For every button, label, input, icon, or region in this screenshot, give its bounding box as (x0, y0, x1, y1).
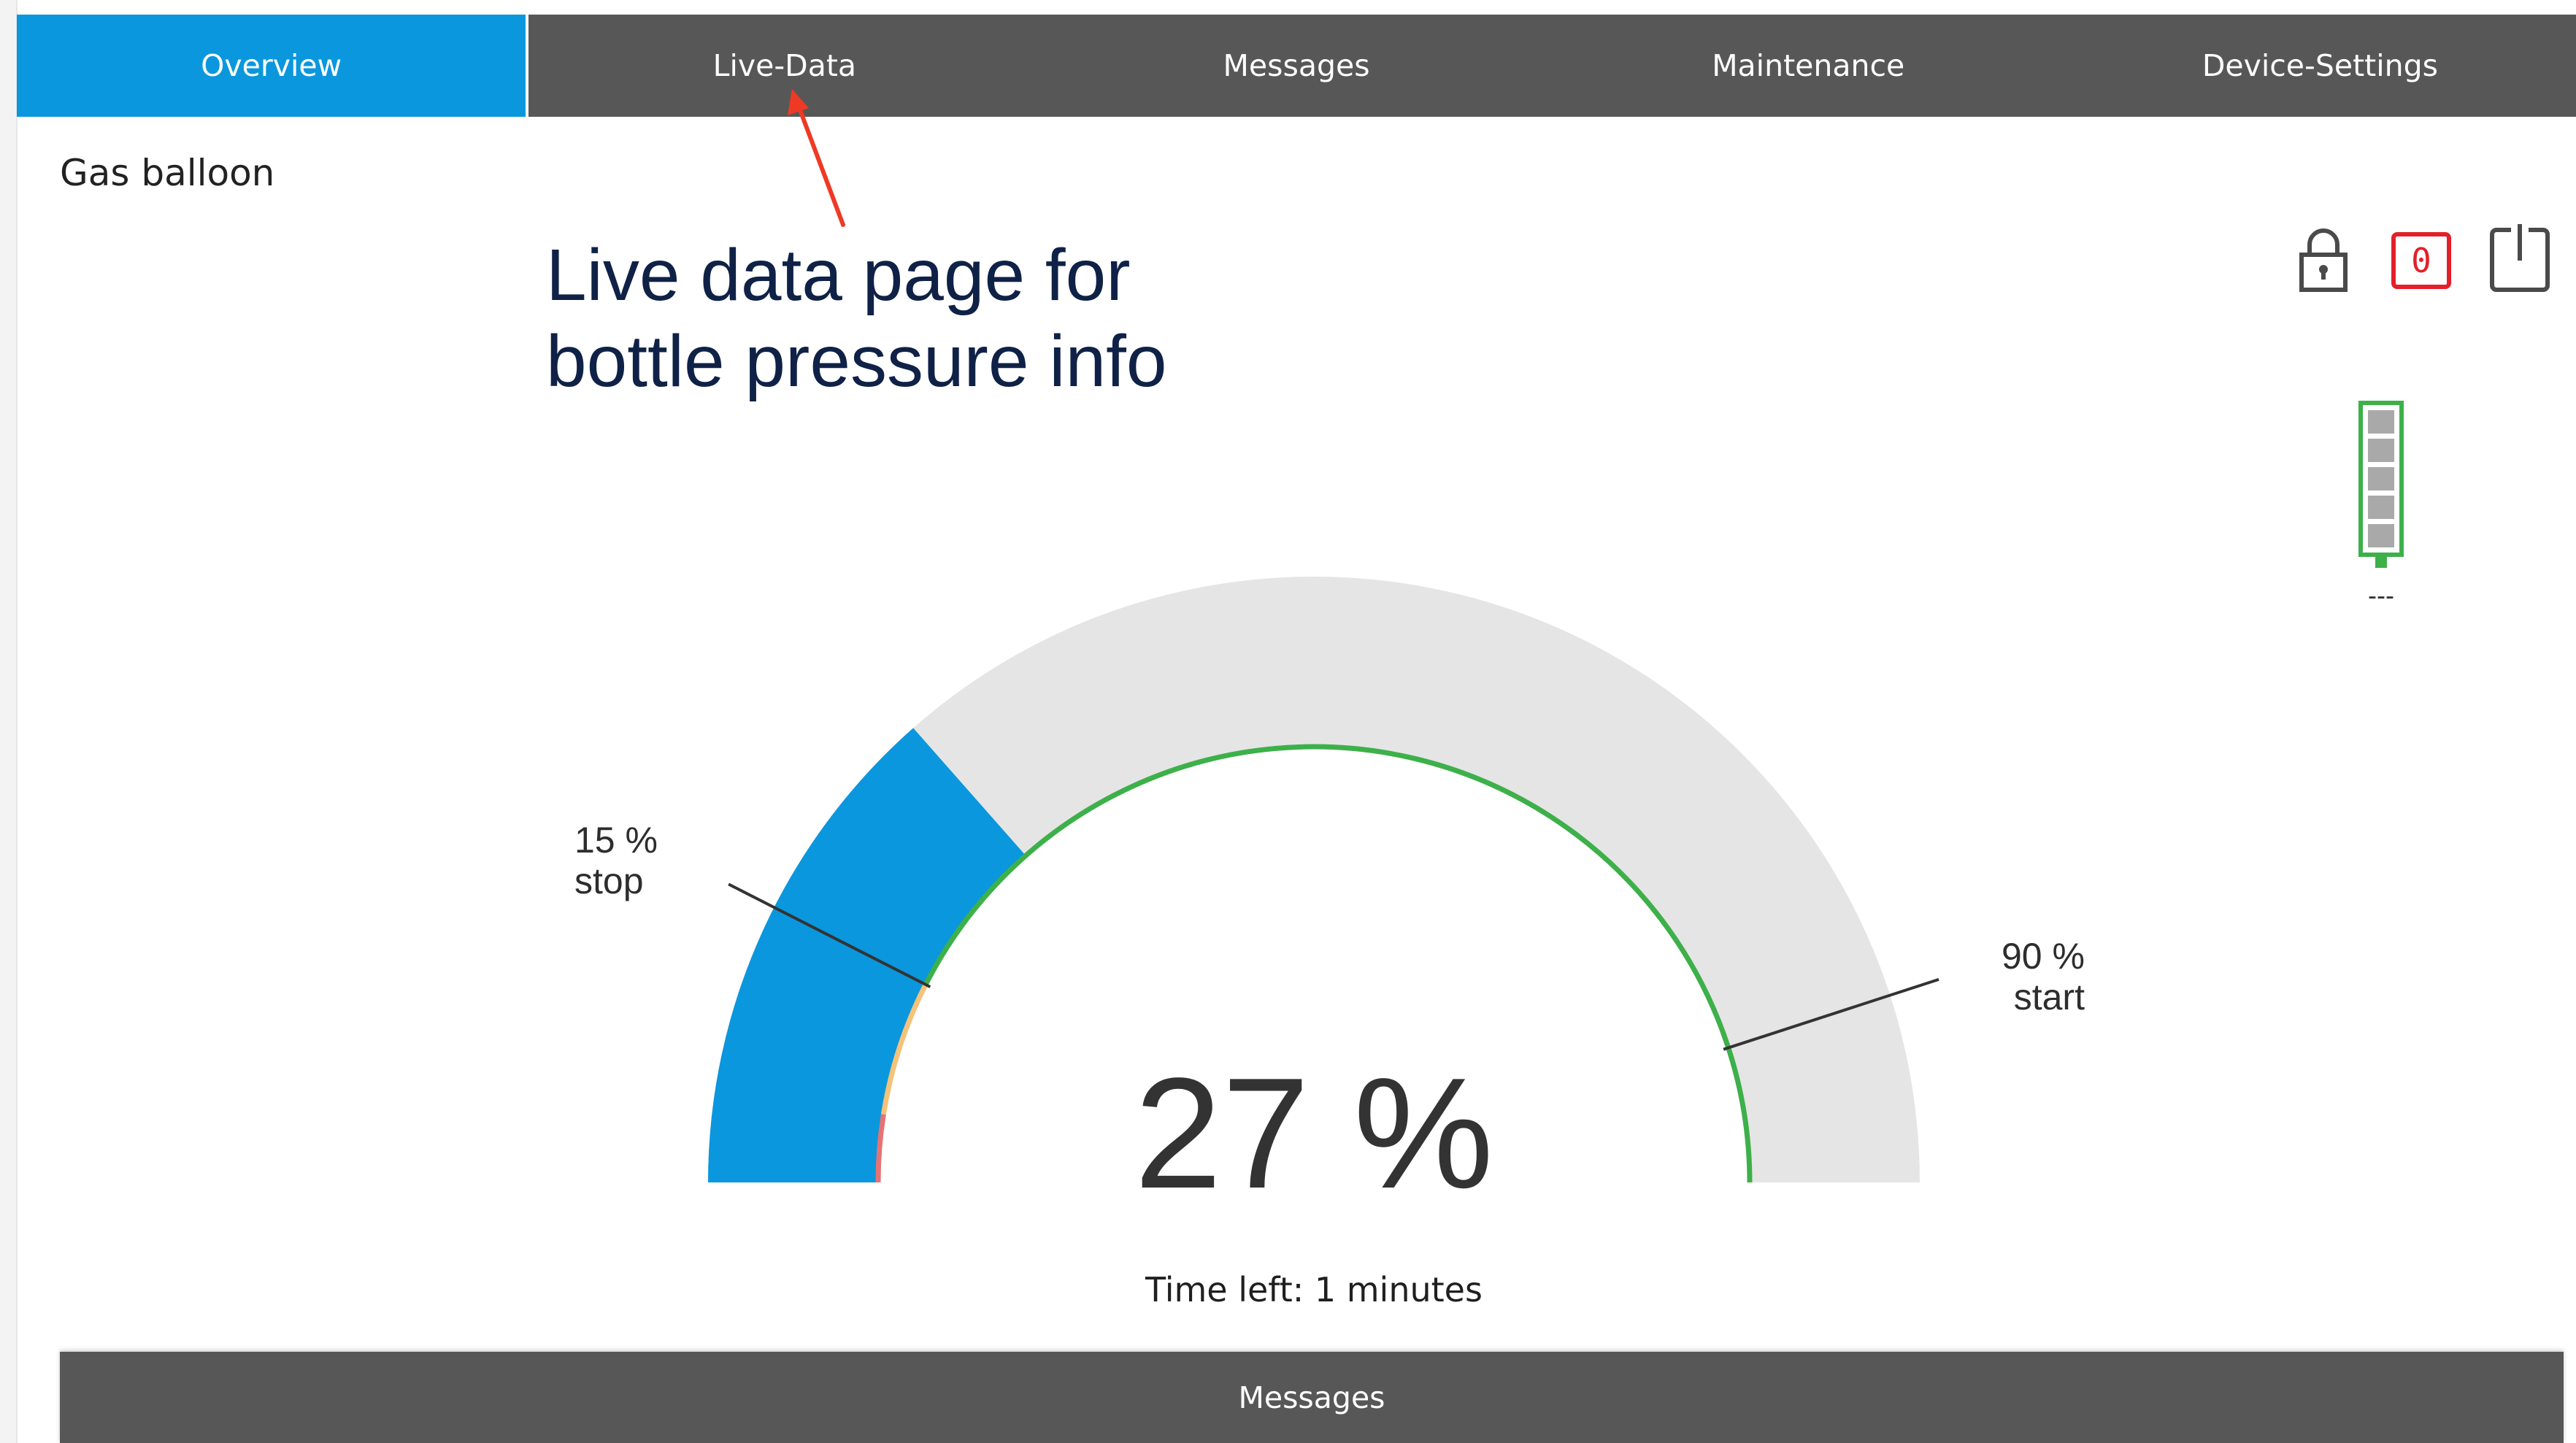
stop-threshold-value: 15 % (574, 820, 658, 861)
annotation-line-1: Live data page for (546, 234, 1131, 316)
alert-counter-button[interactable]: 0 (2389, 223, 2455, 296)
battery-cell (2368, 467, 2394, 490)
start-threshold-label: 90 % start (2002, 936, 2085, 1017)
tab-overview[interactable]: Overview (17, 15, 529, 117)
power-icon (2490, 224, 2550, 292)
lock-button[interactable] (2291, 223, 2356, 296)
alert-counter-icon: 0 (2391, 232, 2451, 289)
live-data-page: Overview Live-Data Messages Maintenance … (0, 0, 2576, 1443)
battery-label: --- (2368, 580, 2394, 610)
annotation-arrow (788, 89, 845, 227)
start-threshold-value: 90 % (2002, 936, 2085, 977)
main-tab-bar: Overview Live-Data Messages Maintenance … (17, 15, 2576, 117)
power-button[interactable] (2488, 223, 2553, 296)
stop-threshold-label: 15 % stop (574, 820, 658, 901)
page-left-border (0, 0, 18, 1443)
annotation-line-2: bottle pressure info (546, 320, 1167, 402)
stop-threshold-text: stop (574, 861, 644, 901)
device-name: Gas balloon (60, 152, 275, 194)
battery-cell (2368, 439, 2394, 462)
status-icon-group: 0 (2291, 223, 2561, 296)
alert-counter-value: 0 (2411, 241, 2431, 280)
tab-device-settings[interactable]: Device-Settings (2064, 15, 2576, 117)
annotation-callout: Live data page for bottle pressure info (546, 232, 1167, 404)
battery-cell (2368, 524, 2394, 547)
time-left-text: Time left: 1 minutes (1145, 1270, 1483, 1309)
messages-panel-header[interactable]: Messages (60, 1352, 2564, 1443)
lock-icon (2299, 228, 2348, 292)
tab-maintenance[interactable]: Maintenance (1553, 15, 2064, 117)
start-threshold-text: start (2013, 977, 2085, 1017)
battery-level-icon (2358, 401, 2404, 568)
tab-messages[interactable]: Messages (1040, 15, 1552, 117)
battery-cell (2368, 410, 2394, 434)
gauge-value: 27 % (1134, 1044, 1494, 1221)
battery-cell (2368, 496, 2394, 519)
